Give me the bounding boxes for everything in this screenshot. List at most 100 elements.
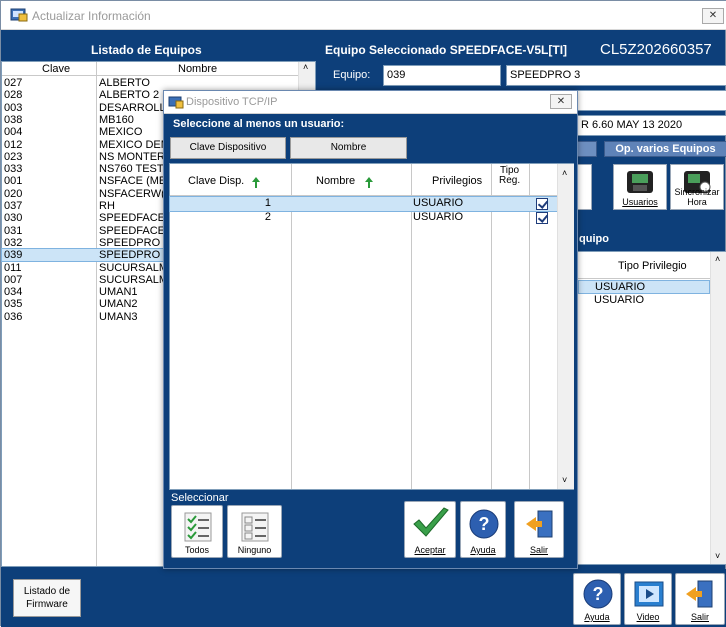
equipo-clave: 038 xyxy=(4,113,23,126)
video-label: Video xyxy=(636,612,660,622)
equipo-clave: 030 xyxy=(4,212,23,225)
aceptar-label: Aceptar xyxy=(414,545,446,555)
tipo-privilegio-header[interactable]: Tipo Privilegio xyxy=(618,260,687,272)
main-ayuda-button[interactable]: ? Ayuda xyxy=(573,573,621,625)
equipo-id-field[interactable]: 039 xyxy=(383,65,501,86)
dialog-close-button[interactable]: ✕ xyxy=(550,94,572,109)
serial-number: CL5Z202660357 xyxy=(600,41,712,58)
scroll-up-icon[interactable]: ˄ xyxy=(562,168,567,178)
equipo-clave: 033 xyxy=(4,163,23,176)
equipo-nombre: UMAN3 xyxy=(99,310,138,323)
uncheck-list-icon xyxy=(241,512,269,542)
ayuda-label: Ayuda xyxy=(470,545,496,555)
video-button[interactable]: Video xyxy=(624,573,672,625)
equipo-clave: 031 xyxy=(4,224,23,237)
scroll-up-icon[interactable]: ˄ xyxy=(303,62,308,72)
tab-left-fragment[interactable] xyxy=(577,141,597,157)
equipo-extra-field[interactable] xyxy=(577,90,726,111)
equipo-clave: 023 xyxy=(4,150,23,163)
equipo-clave: 020 xyxy=(4,187,23,200)
equipo-clave: 037 xyxy=(4,200,23,212)
dialog-salir-button[interactable]: Salir xyxy=(514,501,564,558)
scroll-down-icon[interactable]: ˅ xyxy=(715,551,720,561)
equipo-clave: 004 xyxy=(4,126,23,139)
title-bar: Actualizar Información ✕ xyxy=(1,1,726,30)
equipos-list-title: Listado de Equipos xyxy=(91,43,202,57)
tool-fragment-button[interactable] xyxy=(577,164,592,210)
svg-text:?: ? xyxy=(479,514,490,534)
seleccionar-label: Seleccionar xyxy=(171,492,229,504)
exit-door-icon xyxy=(686,580,713,608)
sort-up-arrow-icon xyxy=(365,177,373,188)
equipo-nombre: NS MONTERI xyxy=(99,150,169,163)
col-privilegios-header[interactable]: Privilegios xyxy=(432,175,482,187)
usuario-row[interactable]: 1 USUARIO xyxy=(169,196,558,212)
usuarios-button[interactable]: Usuarios xyxy=(613,164,667,210)
check-all-list-icon xyxy=(184,512,212,542)
col-nombre-header[interactable]: Nombre xyxy=(316,175,355,187)
listado-firmware-button[interactable]: Listado de Firmware xyxy=(13,579,81,617)
equipo-nombre: ALBERTO xyxy=(99,77,150,89)
equipo-clave: 003 xyxy=(4,101,23,114)
equipo-clave: 036 xyxy=(4,310,23,323)
scroll-up-icon[interactable]: ˄ xyxy=(715,254,720,264)
privilegios-list[interactable]: Tipo Privilegio USUARIO USUARIO ˄ ˅ xyxy=(577,251,726,565)
sincronizar-label: Sincronizar Hora xyxy=(674,187,720,207)
aceptar-button[interactable]: Aceptar xyxy=(404,501,456,558)
seleccionar-todos-button[interactable]: Todos xyxy=(171,505,223,558)
col-clave-disp-header[interactable]: Clave Disp. xyxy=(188,175,244,187)
equipo-clave: 032 xyxy=(4,236,23,249)
privilegio-row[interactable]: USUARIO xyxy=(578,280,710,294)
usuarios-label: Usuarios xyxy=(622,197,658,207)
equipo-nombre: MB160 xyxy=(99,113,134,126)
seleccionar-ninguno-button[interactable]: Ninguno xyxy=(227,505,282,558)
privilegio-row[interactable]: USUARIO xyxy=(578,294,710,306)
help-icon: ? xyxy=(469,509,499,539)
op-varios-equipos-tab[interactable]: Op. varios Equipos xyxy=(604,141,726,157)
usuario-checkbox[interactable] xyxy=(536,198,548,210)
window-title: Actualizar Información xyxy=(32,9,151,23)
equipo-name-field[interactable]: SPEEDPRO 3 xyxy=(506,65,726,86)
equipo-nombre: SUCURSALM xyxy=(99,273,169,286)
col-tipo-reg-header[interactable]: Tipo Reg. xyxy=(499,166,520,186)
dialog-ayuda-button[interactable]: ? Ayuda xyxy=(460,501,506,558)
usuarios-grid[interactable]: Clave Disp. Nombre Privilegios Tipo Reg.… xyxy=(169,163,574,490)
privilegios-scrollbar[interactable]: ˄ ˅ xyxy=(710,252,726,564)
col-clave-header[interactable]: Clave xyxy=(42,63,70,75)
usuario-row[interactable]: 2 USUARIO xyxy=(170,211,557,225)
main-salir-button[interactable]: Salir xyxy=(675,573,725,625)
equipo-clave: 034 xyxy=(4,286,23,299)
sort-up-arrow-icon xyxy=(252,177,260,188)
equipo-clave: 039 xyxy=(4,249,23,262)
col-nombre-header[interactable]: Nombre xyxy=(178,63,217,75)
ayuda-label: Ayuda xyxy=(584,612,610,622)
firmware-field[interactable]: R 6.60 MAY 13 2020 xyxy=(577,115,726,136)
usuario-clave: 2 xyxy=(264,211,271,223)
window-close-button[interactable]: ✕ xyxy=(702,8,724,24)
equipo-clave: 028 xyxy=(4,89,23,102)
equipo-nombre: SPEEDFACE2 xyxy=(99,224,172,237)
privilegios-header: Tipo Privilegio xyxy=(578,252,710,279)
usuarios-grid-scrollbar[interactable]: ˄ ˅ xyxy=(557,164,574,489)
sort-clave-dispositivo-button[interactable]: Clave Dispositivo xyxy=(170,137,286,159)
equipo-label: Equipo: xyxy=(333,69,371,81)
equipo-clave: 035 xyxy=(4,298,23,311)
equipo-nombre: UMAN2 xyxy=(99,298,138,311)
dialog-title: Dispositivo TCP/IP xyxy=(186,96,278,108)
usuario-checkbox[interactable] xyxy=(536,212,548,224)
equipo-row[interactable]: 027 ALBERTO xyxy=(2,77,298,89)
help-icon: ? xyxy=(583,579,613,609)
sincronizar-hora-button[interactable]: Sincronizar Hora xyxy=(670,164,724,210)
scroll-down-icon[interactable]: ˅ xyxy=(562,475,567,485)
dialog-title-bar: Dispositivo TCP/IP ✕ xyxy=(164,91,577,114)
usuario-privilegios: USUARIO xyxy=(413,211,464,223)
device-icon xyxy=(627,171,653,193)
sort-nombre-button[interactable]: Nombre xyxy=(290,137,407,159)
equipo-nombre: ALBERTO 2 xyxy=(99,89,160,102)
video-icon xyxy=(634,581,664,607)
equipo-clave: 007 xyxy=(4,273,23,286)
equipo-nombre: NS760 TEST xyxy=(99,163,164,176)
ninguno-label: Ninguno xyxy=(237,545,272,555)
usuarios-grid-header: Clave Disp. Nombre Privilegios Tipo Reg. xyxy=(170,164,557,196)
equipo-nombre: SPEEDFACE xyxy=(99,212,166,225)
